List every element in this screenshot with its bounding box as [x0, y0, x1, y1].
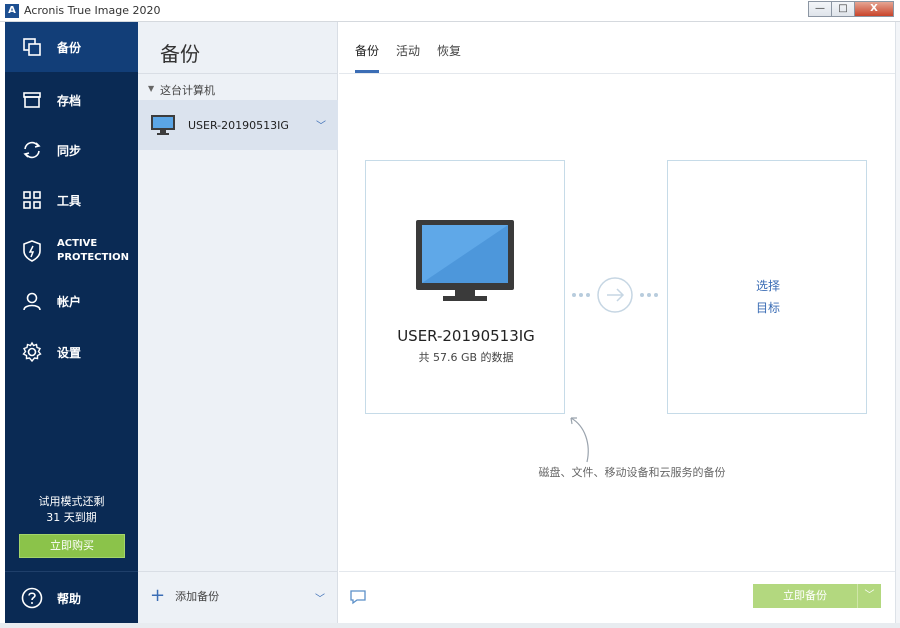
- chevron-down-icon[interactable]: ﹀: [316, 117, 326, 132]
- backup-source-card[interactable]: USER-20190513IG 共 57.6 GB 的数据: [365, 160, 565, 414]
- window-right-edge: [895, 22, 900, 623]
- computer-monitor-icon: [415, 219, 515, 307]
- bottom-bar: 立即备份 ﹀: [339, 571, 895, 623]
- active-label: ACTIVE: [57, 238, 98, 249]
- sidebar-item-sync[interactable]: 同步: [5, 125, 138, 175]
- window-title: Acronis True Image 2020: [24, 4, 161, 17]
- sidebar-item-help[interactable]: 帮助: [5, 573, 138, 623]
- dest-line2: 目标: [755, 301, 780, 315]
- chevron-down-icon[interactable]: ﹀: [315, 590, 325, 605]
- sidebar-item-tools[interactable]: 工具: [5, 175, 138, 225]
- backup-list-panel: 备份 ▼ 这台计算机 USER-20190513IG ﹀ + 添加备份 ﹀: [138, 22, 338, 623]
- divider: [138, 571, 338, 572]
- buy-now-button[interactable]: 立即购买: [19, 534, 125, 558]
- tab-bar: 备份 活动 恢复: [339, 22, 895, 74]
- tab-activity[interactable]: 活动: [396, 42, 420, 59]
- maximize-button[interactable]: □: [831, 1, 855, 17]
- sidebar-item-settings[interactable]: 设置: [5, 327, 138, 377]
- title-bar: A Acronis True Image 2020 — □ X: [0, 0, 900, 22]
- divider: [138, 73, 338, 74]
- close-button[interactable]: X: [854, 1, 894, 17]
- sidebar-item-label: 帮助: [57, 591, 82, 606]
- dest-line1: 选择: [755, 279, 780, 293]
- shield-icon: [21, 240, 43, 262]
- sidebar-item-archive[interactable]: 存档: [5, 75, 138, 125]
- source-size: 共 57.6 GB 的数据: [418, 351, 514, 364]
- sidebar-item-label: 设置: [57, 345, 82, 360]
- chat-icon[interactable]: [349, 589, 367, 609]
- backup-list-item[interactable]: USER-20190513IG ﹀: [138, 100, 338, 150]
- window-bottom-edge: [0, 623, 900, 628]
- sidebar-item-label: 同步: [57, 143, 82, 158]
- sidebar-item-label: 工具: [57, 193, 82, 208]
- archive-icon: [21, 89, 43, 111]
- monitor-icon: [150, 114, 176, 140]
- protection-label: PROTECTION: [57, 252, 129, 263]
- plus-icon: +: [150, 585, 166, 606]
- tab-backup[interactable]: 备份: [355, 42, 379, 59]
- sidebar-item-backup[interactable]: 备份: [5, 22, 138, 72]
- group-label: 这台计算机: [160, 84, 215, 97]
- backup-icon: [21, 36, 43, 58]
- account-icon: [21, 290, 43, 312]
- backup-item-label: USER-20190513IG: [188, 119, 289, 132]
- main-content: 备份 活动 恢复 USER-20190513IG 共 57.6 GB 的数据 选…: [339, 22, 895, 623]
- sidebar: 备份 存档 同步 工具 ACTIVE PROTECTION 帐户 设置 试用模式…: [5, 22, 138, 623]
- backup-now-button[interactable]: 立即备份: [753, 584, 857, 608]
- trial-days-text: 31 天到期: [46, 511, 97, 524]
- add-backup-label: 添加备份: [175, 590, 220, 603]
- add-backup-button[interactable]: + 添加备份: [150, 585, 220, 606]
- sidebar-item-label: 存档: [57, 93, 82, 108]
- gear-icon: [21, 341, 43, 363]
- help-icon: [21, 587, 43, 609]
- backup-destination-card[interactable]: 选择 目标: [667, 160, 867, 414]
- flow-arrow: [571, 276, 661, 314]
- sidebar-item-label: 帐户: [57, 294, 82, 309]
- select-destination-label[interactable]: 选择 目标: [668, 275, 868, 319]
- backup-hint-text: 磁盘、文件、移动设备和云服务的备份: [538, 466, 726, 479]
- page-title: 备份: [160, 42, 200, 66]
- app-logo-icon: A: [5, 4, 19, 18]
- caret-down-icon[interactable]: ▼: [148, 84, 154, 93]
- sidebar-item-label: 备份: [57, 40, 82, 55]
- window-controls: — □ X: [808, 1, 894, 17]
- chevron-down-icon[interactable]: ﹀: [857, 584, 881, 608]
- active-tab-indicator: [355, 70, 379, 73]
- trial-remaining-text: 试用模式还剩: [38, 495, 105, 508]
- sidebar-divider: [5, 571, 138, 572]
- sidebar-item-active-protection[interactable]: ACTIVE PROTECTION: [5, 226, 138, 276]
- tab-recovery[interactable]: 恢复: [437, 42, 461, 59]
- sidebar-item-account[interactable]: 帐户: [5, 276, 138, 326]
- source-name: USER-20190513IG: [397, 327, 535, 345]
- sync-icon: [21, 139, 43, 161]
- minimize-button[interactable]: —: [808, 1, 832, 17]
- sidebar-item-label: ACTIVE PROTECTION: [57, 237, 129, 265]
- tools-icon: [21, 189, 43, 211]
- curved-arrow-icon: [565, 414, 595, 468]
